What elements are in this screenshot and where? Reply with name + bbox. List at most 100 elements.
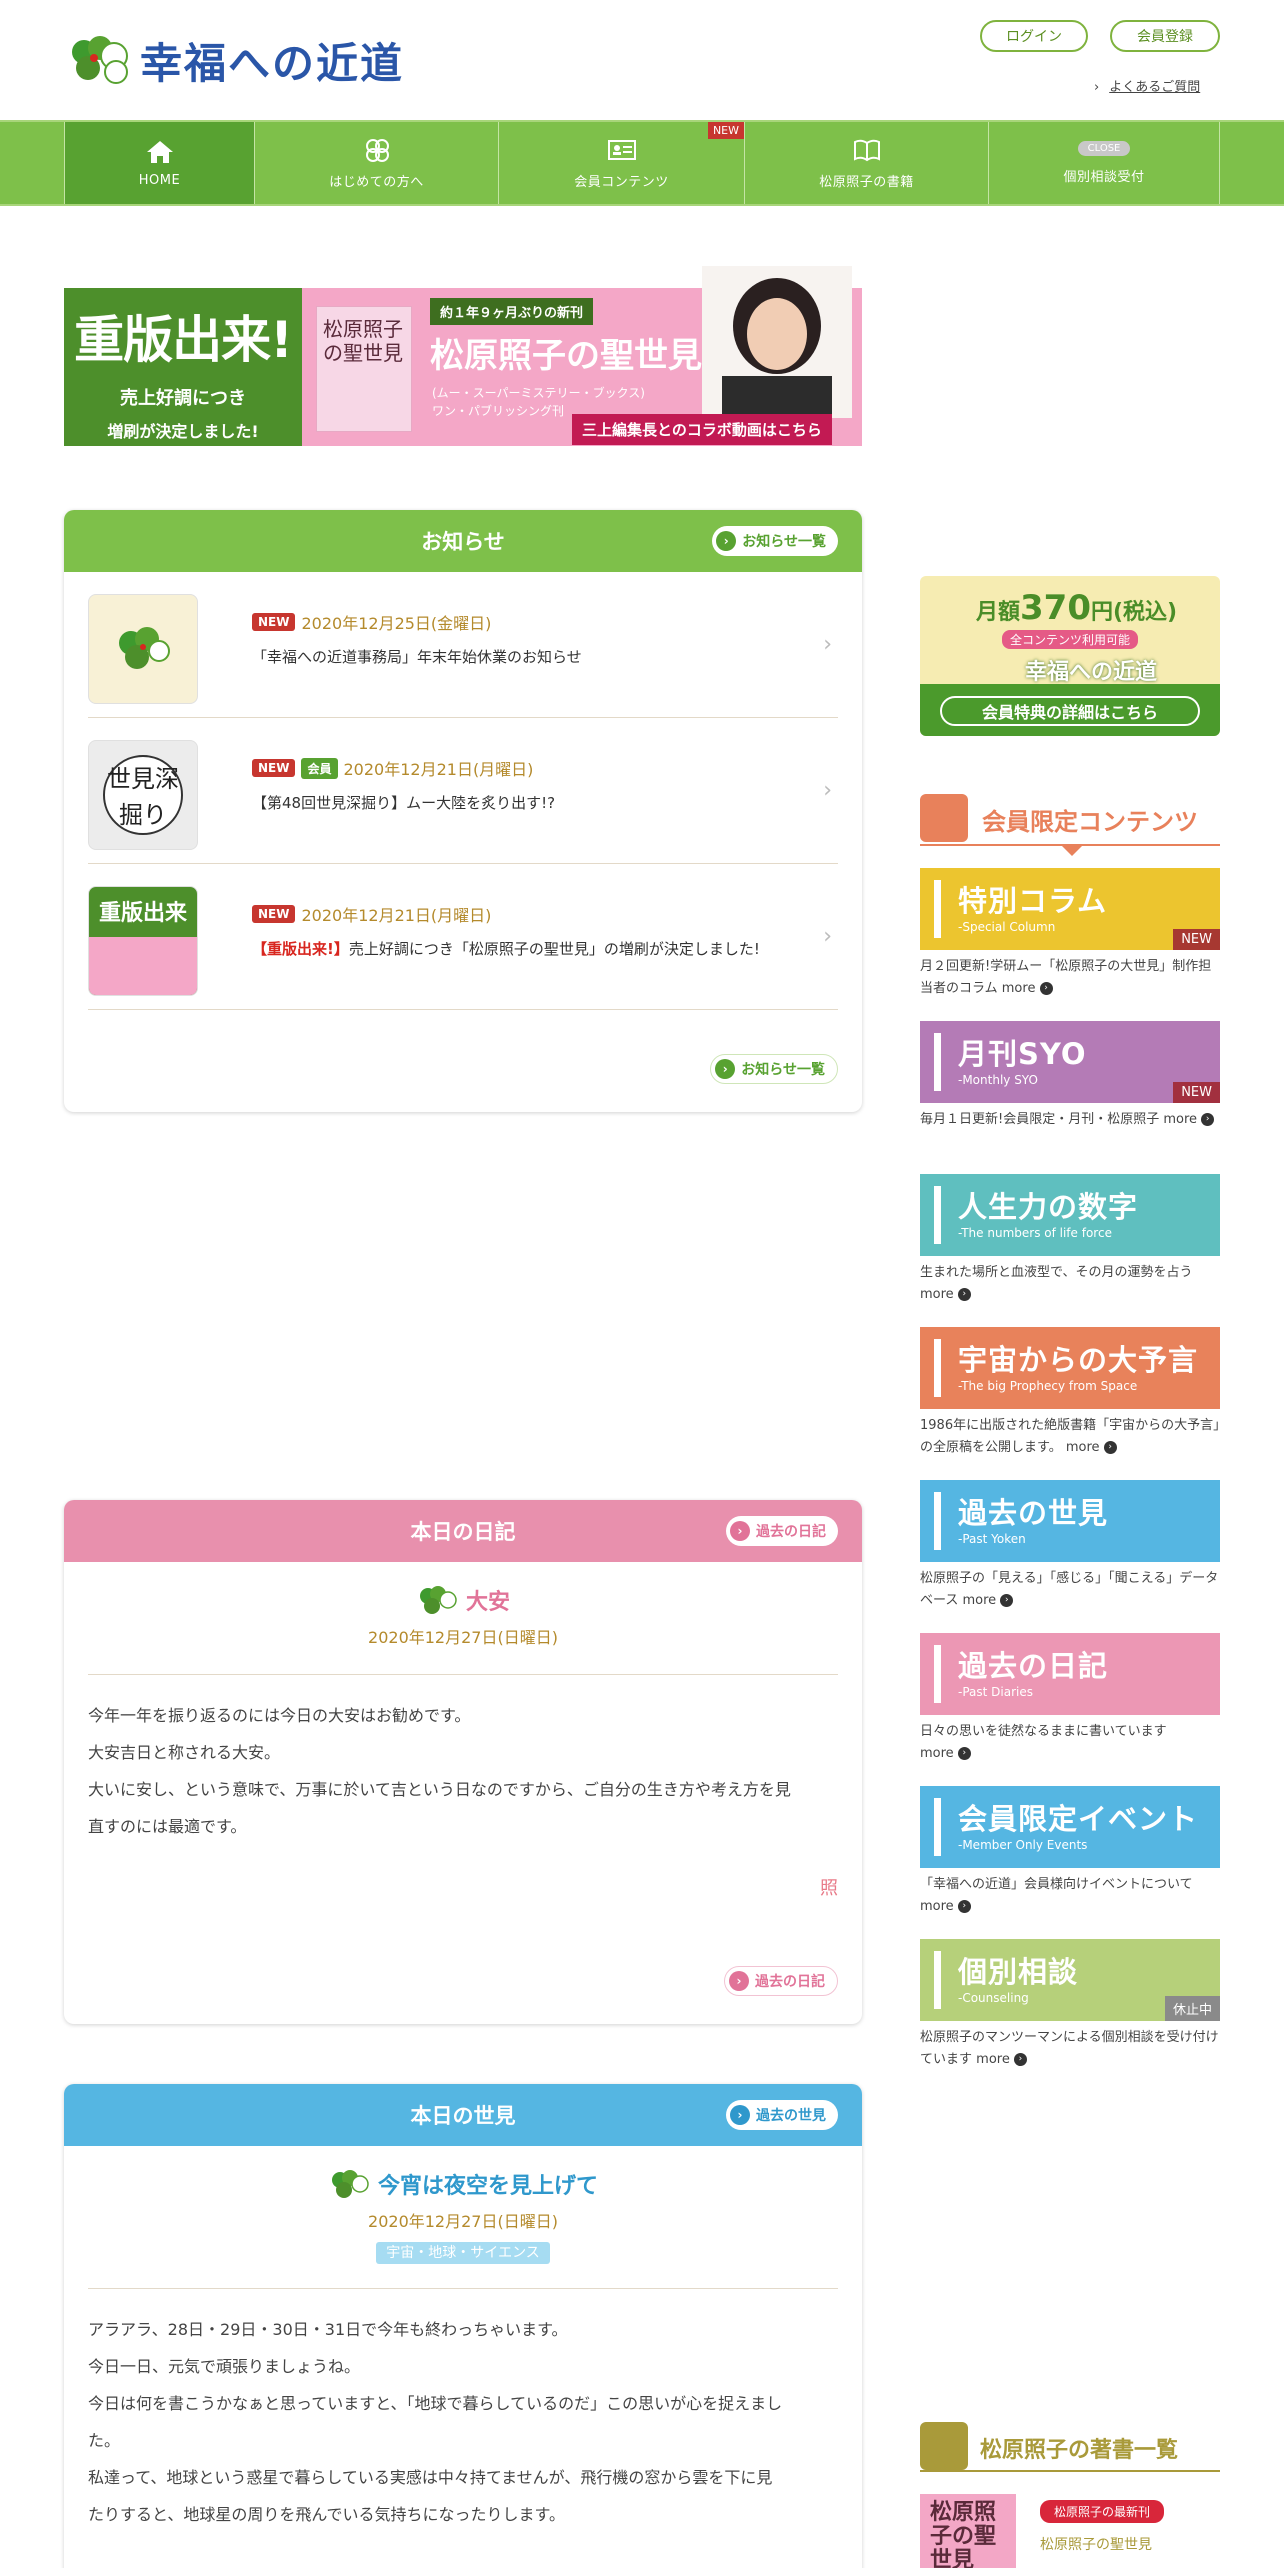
past-yoken-button[interactable]: › 過去の世見 — [726, 2100, 838, 2130]
more-link[interactable]: more › — [920, 1746, 971, 1761]
book-item[interactable]: 松原照子の聖世見 松原照子の最新刊 松原照子の聖世見 — [920, 2494, 1220, 2568]
news-date: 2020年12月21日(月曜日) — [343, 760, 534, 779]
news-list-button[interactable]: › お知らせ一覧 — [712, 526, 838, 556]
more-link[interactable]: more › — [1002, 981, 1053, 996]
nav-item-member-contents[interactable]: NEW 会員コンテンツ — [498, 122, 744, 204]
past-diaries-button[interactable]: › 過去の日記 — [726, 1516, 838, 1546]
news-item[interactable]: 重版出来 NEW 2020年12月21日(月曜日) 【重版出来!】売上好調につき… — [88, 864, 838, 1010]
member-card-3[interactable]: 宇宙からの大予言 -The big Prophecy from Space — [920, 1327, 1220, 1409]
yoken-header: 本日の世見 › 過去の世見 — [64, 2084, 862, 2146]
diary-header-title: 本日の日記 — [410, 1520, 516, 1544]
member-card-5[interactable]: 過去の日記 -Past Diaries — [920, 1633, 1220, 1715]
more-link[interactable]: more › — [920, 1899, 971, 1914]
diary-paragraph: 大いに安し、という意味で、万事に於いて吉という日なのですから、ご自分の生き方や考… — [88, 1780, 791, 1799]
diary-panel: 本日の日記 › 過去の日記 大安 2020年12月27日(日曜日) 今年一年を振り… — [64, 1500, 862, 2024]
member-contents-heading: 会員限定コンテンツ — [920, 790, 1220, 856]
news-list-button-bottom[interactable]: › お知らせ一覧 — [710, 1054, 838, 1084]
card-stripe — [934, 880, 941, 938]
nav-item-first-time[interactable]: はじめての方へ — [254, 122, 498, 204]
card-stripe — [934, 1645, 941, 1703]
member-card-description: 生まれた場所と血液型で、その月の運勢を占う more › — [920, 1262, 1220, 1306]
card-stripe — [934, 1186, 941, 1244]
nav-item-home[interactable]: HOME — [64, 122, 254, 204]
description-text: 毎月１日更新!会員限定・月刊・松原照子 — [920, 1112, 1160, 1127]
banner-headline: 重版出来! — [74, 311, 293, 369]
more-link[interactable]: more › — [1163, 1112, 1215, 1127]
latest-book-tag: 松原照子の最新刊 — [1040, 2500, 1165, 2523]
member-card-description: 1986年に出版された絶版書籍「宇宙からの大予言」の全原稿を公開します。 mor… — [920, 1415, 1220, 1459]
thumb-label: 世見深掘り — [103, 755, 183, 835]
diary-header: 本日の日記 › 過去の日記 — [64, 1500, 862, 1562]
heading-pointer — [1062, 846, 1082, 856]
banner-series: (ムー・スーパーミステリー・ブックス) — [432, 386, 645, 400]
chevron-circle-icon: › — [715, 1059, 736, 1079]
yoken-paragraph: たりすると、地球星の周りを飛んでいる気持ちになったりします。 — [88, 2505, 565, 2524]
promo-brand: 幸福への近道 — [1024, 660, 1157, 685]
nav-item-consultation[interactable]: CLOSE 個別相談受付 — [988, 122, 1220, 204]
member-card-4[interactable]: 過去の世見 -Past Yoken — [920, 1480, 1220, 1562]
chevron-right-icon: › — [1094, 80, 1100, 95]
card-title: 会員限定イベント — [958, 1802, 1199, 1836]
thumb-label: 重版出来 — [98, 901, 187, 926]
yoken-text: アラアラ、28日・29日・30日・31日で今年も終わっちゃいます。 今日一日、元… — [88, 2311, 838, 2533]
faq-label: よくあるご質問 — [1109, 80, 1201, 95]
description-text: 「幸福への近道」会員様向けイベントについて — [920, 1877, 1193, 1892]
news-item[interactable]: NEW 2020年12月25日(金曜日) 「幸福への近道事務局」年末年始休業のお… — [88, 572, 838, 718]
reprint-banner[interactable]: 重版出来! 売上好調につき 増刷が決定しました! 松原照子の聖世見 約１年９ヶ月… — [64, 266, 862, 448]
member-card-description: 毎月１日更新!会員限定・月刊・松原照子 more › — [920, 1109, 1220, 1131]
flower-icon — [920, 2422, 968, 2470]
more-label: more — [920, 1287, 954, 1302]
card-stripe — [934, 1339, 941, 1397]
banner-title: 松原照子の聖世見 — [430, 336, 702, 376]
more-link[interactable]: more › — [920, 1287, 971, 1302]
news-panel: お知らせ › お知らせ一覧 NEW 2020年12月25日(金曜日) 「幸福への近… — [64, 510, 862, 1112]
more-link[interactable]: more › — [963, 1593, 1014, 1608]
main-nav: HOME はじめての方へ NEW 会員コンテンツ 松原照子の書籍 CLOSE 個… — [0, 120, 1284, 206]
nav-label: 個別相談受付 — [1063, 170, 1145, 185]
member-card-1[interactable]: 月刊SYO -Monthly SYO NEW — [920, 1021, 1220, 1103]
card-subtitle: -Past Diaries — [958, 1685, 1033, 1699]
membership-promo-banner[interactable]: 月額370円(税込) 全コンテンツ利用可能 幸福への近道 会員特典の詳細はこちら — [920, 576, 1220, 736]
member-card-2[interactable]: 人生力の数字 -The numbers of life force — [920, 1174, 1220, 1256]
past-diaries-button-bottom[interactable]: › 過去の日記 — [724, 1966, 838, 1996]
card-subtitle: -Special Column — [958, 920, 1056, 934]
banner-sub1: 売上好調につき — [120, 388, 246, 409]
home-icon — [146, 140, 173, 163]
more-label: more — [976, 2052, 1010, 2067]
more-label: more — [1065, 1440, 1100, 1455]
site-header: 幸福への近道 ログイン 会員登録 › よくあるご質問 — [0, 0, 1284, 118]
category-tag[interactable]: 宇宙・地球・サイエンス — [376, 2242, 550, 2264]
news-text: 【重版出来!】売上好調につき「松原照子の聖世見」の増刷が決定しました! — [252, 938, 760, 959]
member-card-6[interactable]: 会員限定イベント -Member Only Events — [920, 1786, 1220, 1868]
banner-left-panel: 重版出来! 売上好調につき 増刷が決定しました! — [64, 288, 302, 446]
news-meta: NEW 会員 2020年12月21日(月曜日) — [252, 756, 533, 780]
news-item[interactable]: 世見深掘り NEW 会員 2020年12月21日(月曜日) 【第48回世見深掘り… — [88, 718, 838, 864]
past-yoken-label: 過去の世見 — [756, 2108, 826, 2124]
promo-price: 月額370円(税込) — [976, 588, 1177, 628]
chevron-circle-icon: › — [1103, 1441, 1117, 1454]
news-date: 2020年12月21日(月曜日) — [301, 906, 492, 925]
card-flag: NEW — [1173, 1082, 1220, 1103]
member-card-0[interactable]: 特別コラム -Special Column NEW — [920, 868, 1220, 950]
logo-text: 幸福への近道 — [140, 38, 405, 88]
faq-link[interactable]: › よくあるご質問 — [1094, 76, 1200, 95]
news-date: 2020年12月25日(金曜日) — [301, 614, 492, 633]
register-button[interactable]: 会員登録 — [1110, 20, 1220, 52]
more-link[interactable]: more › — [976, 2052, 1027, 2067]
banner-book-cover: 松原照子の聖世見 — [316, 306, 412, 432]
card-subtitle: -Member Only Events — [958, 1838, 1088, 1852]
signature: 照 — [820, 1878, 838, 1899]
more-link[interactable]: more › — [1066, 1440, 1117, 1455]
member-card-description: 松原照子の「見える」「感じる」「聞こえる」データベース more › — [920, 1568, 1220, 1612]
chevron-circle-icon: › — [957, 1900, 971, 1913]
collab-video-link[interactable]: 三上編集長とのコラボ動画はこちら — [572, 414, 832, 445]
member-card-7[interactable]: 個別相談 -Counseling 休止中 — [920, 1939, 1220, 2021]
promo-details-button[interactable]: 会員特典の詳細はこちら — [940, 696, 1200, 726]
nav-label: はじめての方へ — [329, 174, 424, 190]
nav-item-books[interactable]: 松原照子の書籍 — [744, 122, 988, 204]
login-button[interactable]: ログイン — [980, 20, 1088, 52]
chevron-circle-icon: › — [1039, 982, 1053, 995]
banner-tag: 約１年９ヶ月ぶりの新刊 — [430, 298, 594, 325]
site-logo[interactable]: 幸福への近道 — [64, 30, 404, 90]
card-subtitle: -Counseling — [958, 1991, 1029, 2005]
